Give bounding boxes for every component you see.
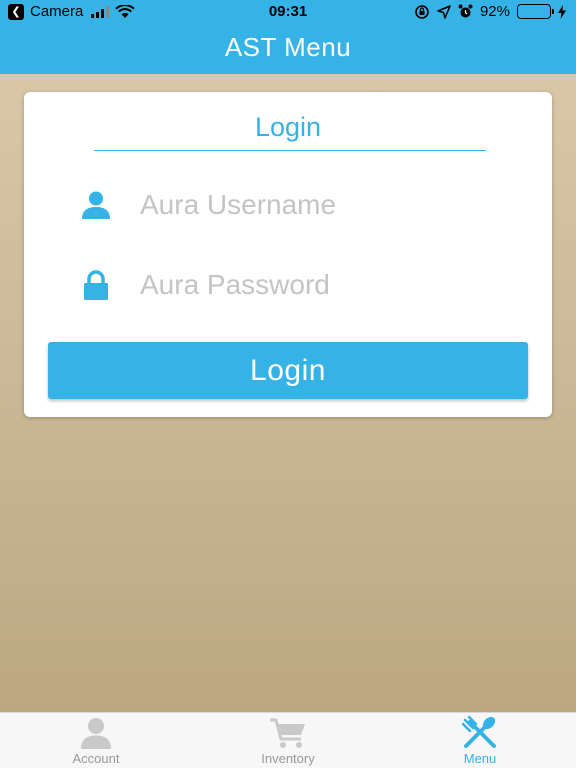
login-card: Login Login bbox=[24, 92, 552, 417]
password-input[interactable] bbox=[140, 260, 510, 310]
tab-menu-label: Menu bbox=[463, 751, 497, 766]
cart-icon bbox=[270, 718, 305, 748]
status-bar: ❮ Camera 09:31 92% bbox=[0, 0, 576, 24]
lock-icon bbox=[84, 270, 108, 300]
tab-menu[interactable]: Menu bbox=[384, 713, 576, 768]
battery-icon bbox=[517, 4, 554, 19]
battery-percent: 92% bbox=[479, 3, 510, 20]
tab-inventory-label: Inventory bbox=[261, 751, 315, 766]
tab-account-label: Account bbox=[72, 751, 120, 766]
orientation-lock-icon bbox=[415, 4, 429, 19]
login-card-title: Login bbox=[254, 112, 322, 142]
username-field bbox=[80, 180, 510, 230]
user-icon bbox=[82, 191, 110, 219]
tab-bar: Account Inventory Menu bbox=[0, 712, 576, 768]
utensils-icon bbox=[462, 716, 496, 748]
header-bar: ❮ Camera 09:31 92% AST Menu bbox=[0, 0, 576, 74]
tab-inventory[interactable]: Inventory bbox=[192, 713, 384, 768]
nav-title: AST Menu bbox=[224, 32, 352, 62]
person-icon bbox=[81, 718, 111, 749]
title-divider bbox=[94, 150, 486, 151]
username-input[interactable] bbox=[140, 180, 510, 230]
password-field bbox=[80, 260, 510, 310]
login-button[interactable]: Login bbox=[48, 342, 528, 399]
charging-bolt-icon bbox=[558, 4, 566, 19]
tab-account[interactable]: Account bbox=[0, 713, 192, 768]
alarm-icon bbox=[458, 4, 473, 18]
location-icon bbox=[437, 4, 451, 19]
